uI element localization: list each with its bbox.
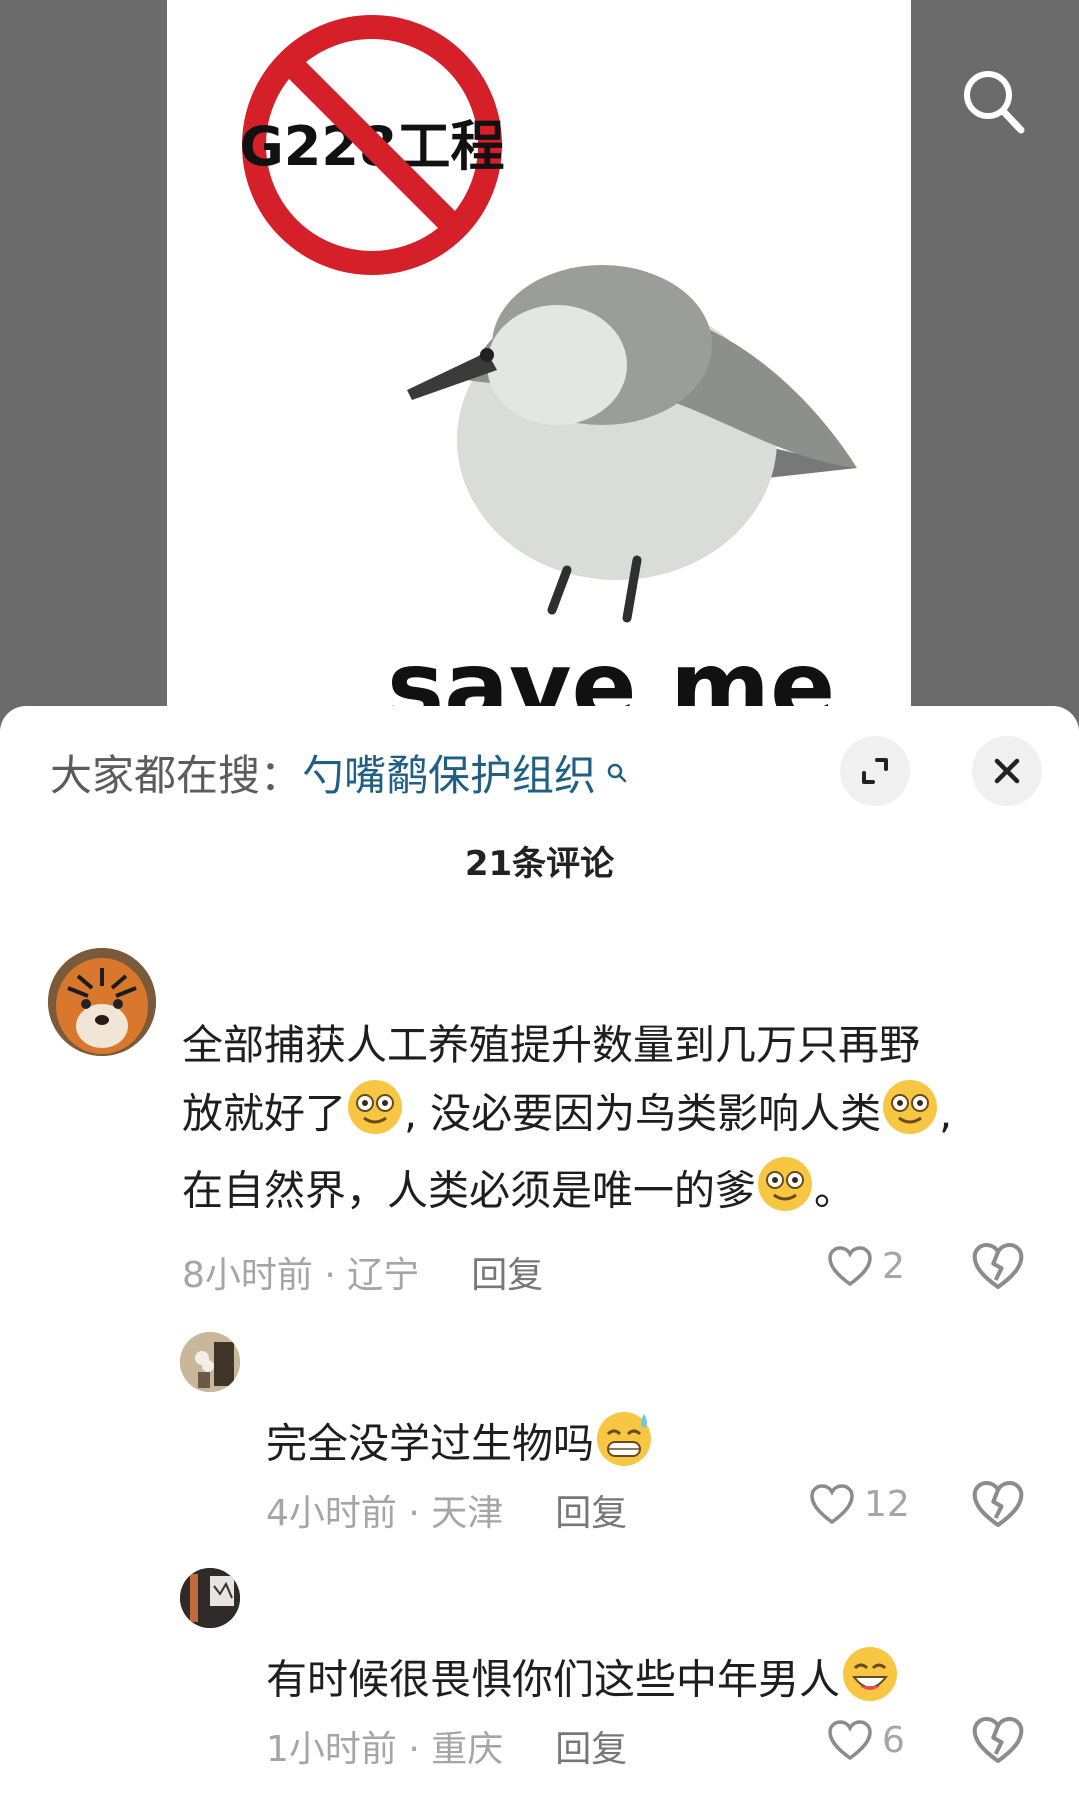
heart-icon bbox=[828, 1246, 872, 1287]
heart-icon bbox=[828, 1720, 872, 1761]
close-button[interactable] bbox=[972, 736, 1042, 806]
dislike-button[interactable] bbox=[970, 1476, 1026, 1532]
tiger-avatar-icon bbox=[48, 948, 156, 1056]
comment-line: 放就好了 bbox=[182, 1089, 346, 1138]
reply-button[interactable]: 回复 bbox=[471, 1255, 543, 1296]
sweat-grin-emoji-icon bbox=[594, 1408, 654, 1485]
meme-image: G228工程 save me bbox=[167, 0, 911, 720]
comment-line: 全部捕获人工养殖提升数量到几万只再野 bbox=[182, 1021, 920, 1069]
avatar[interactable] bbox=[48, 948, 156, 1056]
comment-line: 有时候很畏惧你们这些中年男人 bbox=[266, 1655, 840, 1704]
room-avatar-icon bbox=[180, 1568, 240, 1628]
like-count: 12 bbox=[864, 1483, 910, 1525]
dislike-button[interactable] bbox=[970, 1712, 1026, 1768]
comment-line: 在自然界，人类必须是唯一的爹 bbox=[182, 1166, 756, 1215]
like-button[interactable]: 12 bbox=[808, 1474, 910, 1534]
avatar[interactable] bbox=[180, 1332, 240, 1392]
dislike-button[interactable] bbox=[970, 1238, 1026, 1294]
sandpiper-bird-icon bbox=[407, 265, 857, 623]
hot-search-prefix: 大家都在搜： bbox=[50, 751, 303, 800]
broken-heart-icon bbox=[972, 1480, 1024, 1528]
comment-line: 。 bbox=[814, 1166, 855, 1215]
like-count: 6 bbox=[882, 1719, 905, 1761]
hot-search-bar: 大家都在搜：勺嘴鹬保护组织 bbox=[50, 748, 628, 804]
comment-time: 1小时前 bbox=[266, 1729, 397, 1770]
search-small-icon bbox=[598, 762, 628, 790]
broken-heart-icon bbox=[972, 1242, 1024, 1290]
comment-line: 完全没学过生物吗 bbox=[266, 1419, 594, 1468]
heart-icon bbox=[810, 1484, 854, 1525]
avatar[interactable] bbox=[180, 1568, 240, 1628]
like-button[interactable]: 2 bbox=[826, 1236, 905, 1296]
flushed-emoji-icon bbox=[881, 1078, 939, 1155]
comment-body: 完全没学过生物吗 bbox=[266, 1408, 654, 1485]
comment-body: 全部捕获人工养殖提升数量到几万只再野 放就好了 , 没必要因为鸟类影响人类, 在自… bbox=[182, 1012, 952, 1232]
comment-time: 8小时前 bbox=[182, 1255, 313, 1296]
reply-button[interactable]: 回复 bbox=[555, 1493, 627, 1534]
comment-meta: 4小时前 · 天津 回复 bbox=[266, 1493, 628, 1534]
reply-button[interactable]: 回复 bbox=[555, 1729, 627, 1770]
comment-panel: 大家都在搜：勺嘴鹬保护组织 21条评论 全部捕获人工养殖提升数量到几万只再野 放… bbox=[0, 706, 1079, 1794]
expand-button[interactable] bbox=[840, 736, 910, 806]
close-icon bbox=[994, 758, 1020, 784]
comment-time: 4小时前 bbox=[266, 1493, 397, 1534]
expand-icon bbox=[862, 758, 888, 784]
comment-count: 21条评论 bbox=[464, 844, 615, 884]
comment-body: 有时候很畏惧你们这些中年男人 bbox=[266, 1644, 900, 1721]
prohibition-sign-icon: G228工程 bbox=[239, 15, 505, 275]
search-button[interactable] bbox=[955, 60, 1035, 140]
flushed-emoji-icon bbox=[756, 1155, 814, 1232]
like-count: 2 bbox=[882, 1245, 905, 1287]
comment-location: 重庆 bbox=[431, 1729, 504, 1770]
meme-illustration: G228工程 save me bbox=[239, 15, 857, 720]
flower-avatar-icon bbox=[180, 1332, 240, 1392]
comment-meta: 1小时前 · 重庆 回复 bbox=[266, 1729, 628, 1770]
comment-location: 天津 bbox=[431, 1493, 504, 1534]
search-icon bbox=[964, 71, 1025, 134]
like-button[interactable]: 6 bbox=[826, 1710, 905, 1770]
comment-line: , bbox=[939, 1089, 953, 1138]
comment-meta: 8小时前 · 辽宁 回复 bbox=[182, 1255, 544, 1296]
media-area[interactable]: G228工程 save me bbox=[0, 0, 1079, 720]
comment-line: , 没必要因为鸟类影响人类 bbox=[404, 1089, 882, 1138]
hot-search-link[interactable]: 勺嘴鹬保护组织 bbox=[302, 751, 596, 800]
broken-heart-icon bbox=[972, 1716, 1024, 1764]
flushed-emoji-icon bbox=[346, 1078, 404, 1155]
comment-location: 辽宁 bbox=[347, 1255, 420, 1296]
